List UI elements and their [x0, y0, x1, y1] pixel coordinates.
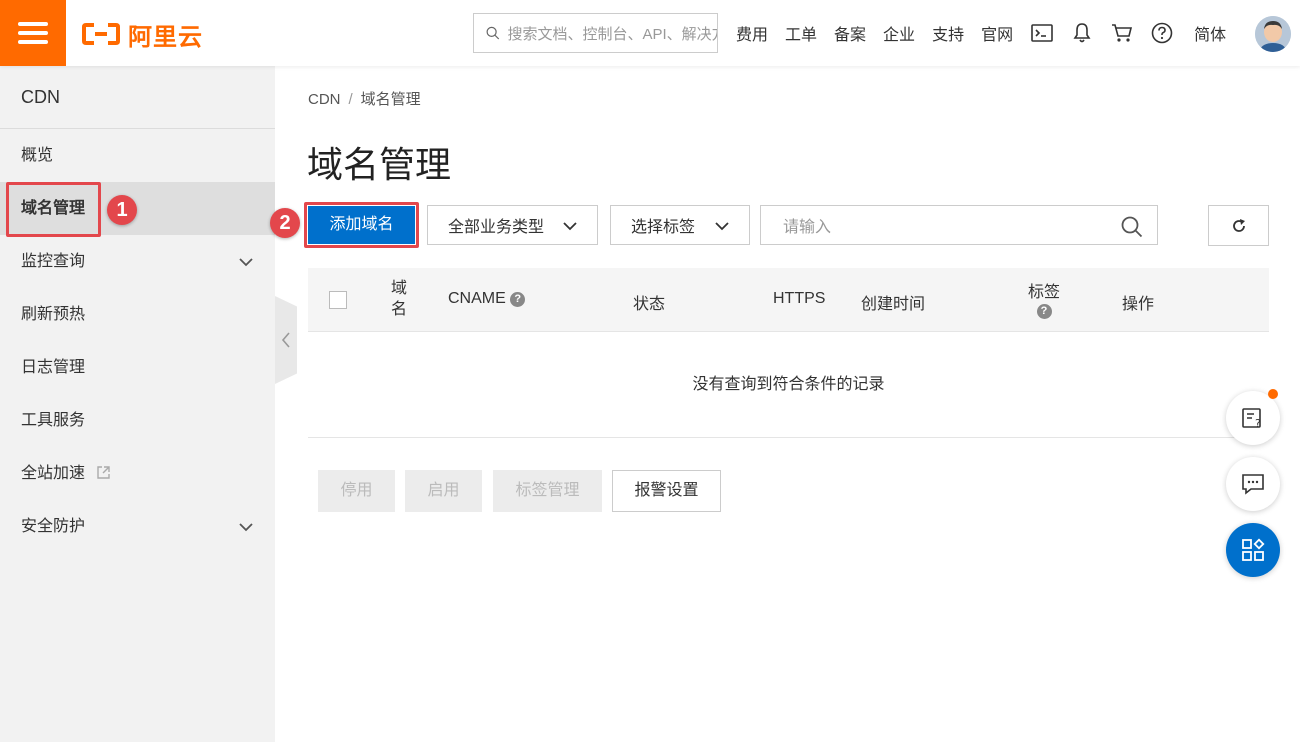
aliyun-logo-icon: [82, 23, 120, 45]
column-cname: CNAME ?: [448, 290, 526, 308]
sidebar-item-security[interactable]: 安全防护: [0, 500, 275, 553]
refresh-button[interactable]: [1208, 205, 1269, 246]
help-icon[interactable]: ?: [1036, 304, 1052, 319]
nav-tickets[interactable]: 工单: [785, 21, 817, 45]
svg-text:?: ?: [1255, 417, 1261, 430]
search-icon: [486, 26, 500, 40]
column-status: 状态: [633, 296, 666, 313]
column-cname-label: CNAME: [448, 290, 506, 307]
sidebar-item-label: 监控查询: [21, 253, 86, 270]
business-type-dropdown[interactable]: 全部业务类型: [427, 205, 598, 245]
nav-icp[interactable]: 备案: [834, 21, 866, 45]
tag-management-button[interactable]: 标签管理: [493, 470, 602, 512]
top-navigation-bar: 阿里云 搜索文档、控制台、API、解决方案和资源 费用 工单 备案 企业 支持 …: [0, 0, 1300, 66]
page-title: 域名管理: [307, 144, 452, 185]
step2-highlight: [304, 202, 419, 248]
breadcrumb-separator: /: [348, 91, 353, 108]
empty-table-message: 没有查询到符合条件的记录: [308, 332, 1269, 438]
terminal-icon[interactable]: [1030, 21, 1054, 45]
chat-float-button[interactable]: [1226, 457, 1280, 511]
enable-button[interactable]: 启用: [405, 470, 482, 512]
breadcrumb: CDN / 域名管理: [308, 88, 421, 109]
sidebar-item-label: 工具服务: [21, 412, 86, 429]
chat-icon: [1242, 474, 1264, 495]
bell-icon[interactable]: [1070, 21, 1094, 45]
column-created-time: 创建时间: [861, 296, 926, 313]
apps-icon: [1242, 538, 1265, 561]
sidebar-item-monitoring[interactable]: 监控查询: [0, 235, 275, 288]
sidebar-collapse-toggle[interactable]: [275, 296, 297, 384]
chevron-down-icon: [715, 222, 729, 231]
tag-select-dropdown[interactable]: 选择标签: [610, 205, 750, 245]
sidebar-item-refresh-preload[interactable]: 刷新预热: [0, 288, 275, 341]
nav-enterprise[interactable]: 企业: [883, 21, 915, 45]
disable-button[interactable]: 停用: [318, 470, 395, 512]
table-header: 域名 CNAME ? 状态 HTTPS 创建时间 标签 ? 操作: [308, 268, 1269, 332]
domain-search-placeholder: 请输入: [783, 219, 832, 236]
feedback-float-button[interactable]: ?: [1226, 389, 1280, 445]
global-search-placeholder: 搜索文档、控制台、API、解决方案和资源: [507, 25, 718, 43]
sidebar-item-label: 刷新预热: [21, 306, 86, 323]
step1-badge: 1: [107, 195, 137, 225]
sidebar-item-label: 日志管理: [21, 359, 86, 376]
column-tags-label: 标签: [1028, 284, 1061, 301]
external-link-icon: [97, 466, 111, 479]
business-type-value: 全部业务类型: [448, 219, 545, 236]
sidebar-item-label: 全站加速: [21, 465, 86, 482]
cart-icon[interactable]: [1110, 21, 1134, 45]
select-all-checkbox[interactable]: [329, 291, 347, 309]
sidebar-item-logs[interactable]: 日志管理: [0, 341, 275, 394]
column-domain: 域名: [390, 280, 407, 318]
help-icon[interactable]: [1150, 21, 1174, 45]
sidebar-item-overview[interactable]: 概览: [0, 129, 275, 182]
logo-text: 阿里云: [128, 23, 203, 51]
chevron-down-icon: [239, 258, 253, 267]
user-avatar[interactable]: [1255, 16, 1291, 52]
help-icon[interactable]: ?: [510, 292, 526, 307]
chevron-down-icon: [239, 523, 253, 532]
sidebar-item-tools[interactable]: 工具服务: [0, 394, 275, 447]
alert-settings-button[interactable]: 报警设置: [612, 470, 721, 512]
language-switch[interactable]: 简体: [1194, 21, 1226, 45]
sidebar: CDN 概览 域名管理 监控查询 刷新预热 日志管理 工具服务 全站加速 安全防…: [0, 66, 275, 742]
feedback-icon: ?: [1242, 408, 1261, 430]
sidebar-item-dcdn[interactable]: 全站加速: [0, 447, 275, 500]
domain-search-input[interactable]: 请输入: [760, 205, 1158, 245]
step2-badge: 2: [270, 208, 300, 238]
nav-fees[interactable]: 费用: [736, 21, 768, 45]
notification-dot: [1268, 389, 1278, 399]
menu-icon: [18, 22, 48, 44]
sidebar-item-label: 概览: [21, 147, 54, 164]
sidebar-title: CDN: [0, 66, 275, 129]
global-search-input[interactable]: 搜索文档、控制台、API、解决方案和资源: [473, 13, 718, 53]
nav-support[interactable]: 支持: [932, 21, 964, 45]
aliyun-logo[interactable]: 阿里云: [82, 18, 203, 51]
refresh-icon: [1232, 218, 1245, 232]
column-actions: 操作: [1122, 296, 1155, 313]
tag-select-value: 选择标签: [631, 219, 696, 236]
column-tags: 标签 ?: [1028, 278, 1060, 320]
sidebar-item-label: 安全防护: [21, 518, 86, 535]
step1-highlight: [6, 182, 101, 237]
search-icon[interactable]: [1121, 216, 1143, 238]
hamburger-menu-button[interactable]: [0, 0, 66, 66]
chevron-down-icon: [563, 222, 577, 231]
breadcrumb-current: 域名管理: [360, 91, 421, 108]
chevron-left-icon: [281, 332, 290, 348]
top-nav-links: 费用 工单 备案 企业 支持 官网 简体: [736, 0, 1246, 66]
column-https: HTTPS: [773, 290, 826, 307]
breadcrumb-root[interactable]: CDN: [308, 91, 341, 108]
nav-official-site[interactable]: 官网: [981, 21, 1013, 45]
apps-float-button[interactable]: [1226, 523, 1280, 577]
